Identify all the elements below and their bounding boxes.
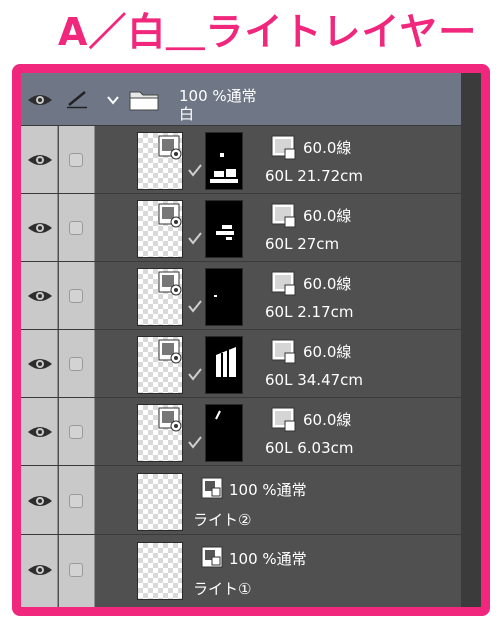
eye-icon[interactable] <box>27 562 53 578</box>
layer-thumbnail <box>137 404 183 462</box>
tone-layer-badge-icon <box>158 339 182 364</box>
layer-thumbnail <box>137 200 183 258</box>
tone-icon <box>271 339 296 364</box>
layer-info: 60L 34.47cm <box>265 371 364 389</box>
folder-name: 白 <box>179 105 195 123</box>
layer-info: 60L 6.03cm <box>265 439 354 457</box>
layer-blend-mode: 60.0線 <box>303 343 352 361</box>
lock-checkbox[interactable] <box>69 563 83 577</box>
layer-thumbnail <box>137 268 183 326</box>
pen-icon[interactable] <box>65 89 89 109</box>
lock-checkbox[interactable] <box>69 221 83 235</box>
layer-row[interactable]: 100 %通常 ライト① <box>21 536 461 607</box>
eye-icon[interactable] <box>27 220 53 236</box>
scrollbar[interactable] <box>461 73 481 607</box>
tone-icon <box>271 407 296 432</box>
tone-icon <box>271 135 296 160</box>
tone-layer-badge-icon <box>158 203 182 228</box>
eye-icon[interactable] <box>27 424 53 440</box>
folder-icon <box>129 91 159 111</box>
layer-thumbnail <box>137 336 183 394</box>
layer-info: 60L 27cm <box>265 235 340 253</box>
layer-panel: 100 %通常 白 60.0線 60L 21.72cm 60.0線 60L 27… <box>12 64 490 616</box>
tone-layer-badge-icon <box>158 407 182 432</box>
eye-icon[interactable] <box>27 493 53 509</box>
layer-row[interactable]: 60.0線 60L 34.47cm <box>21 331 461 398</box>
layer-blend-mode: 60.0線 <box>303 207 352 225</box>
layer-row[interactable]: 100 %通常 ライト② <box>21 467 461 535</box>
checkmark-icon <box>188 368 202 381</box>
layer-blend-mode: 100 %通常 <box>229 481 307 499</box>
layer-row[interactable]: 60.0線 60L 21.72cm <box>21 127 461 194</box>
eye-icon[interactable] <box>27 288 53 304</box>
lock-checkbox[interactable] <box>69 153 83 167</box>
layer-row[interactable]: 60.0線 60L 6.03cm <box>21 399 461 466</box>
chevron-down-icon[interactable] <box>107 95 119 105</box>
tone-icon <box>271 271 296 296</box>
layer-row[interactable]: 60.0線 60L 27cm <box>21 195 461 262</box>
layer-thumbnail <box>137 132 183 190</box>
eye-icon[interactable] <box>27 152 53 168</box>
checkmark-icon <box>188 164 202 177</box>
lock-checkbox[interactable] <box>69 289 83 303</box>
layer-mask-thumbnail <box>205 200 243 258</box>
tone-layer-badge-icon <box>158 271 182 296</box>
tone-icon <box>271 203 296 228</box>
layer-name: ライト② <box>193 511 252 529</box>
raster-layer-icon <box>201 546 223 568</box>
layer-blend-mode: 60.0線 <box>303 411 352 429</box>
layer-mask-thumbnail <box>205 404 243 462</box>
layer-blend-mode: 60.0線 <box>303 139 352 157</box>
raster-layer-icon <box>201 477 223 499</box>
layer-info: 60L 2.17cm <box>265 303 354 321</box>
layer-name: ライト① <box>193 580 252 598</box>
layer-info: 60L 21.72cm <box>265 167 364 185</box>
layer-thumbnail <box>137 542 183 600</box>
layer-row[interactable]: 60.0線 60L 2.17cm <box>21 263 461 330</box>
layer-mask-thumbnail <box>205 132 243 190</box>
layer-mask-thumbnail <box>205 268 243 326</box>
lock-checkbox[interactable] <box>69 357 83 371</box>
layer-mask-thumbnail <box>205 336 243 394</box>
tone-layer-badge-icon <box>158 135 182 160</box>
layer-blend-mode: 60.0線 <box>303 275 352 293</box>
eye-icon[interactable] <box>27 92 53 108</box>
layer-blend-mode: 100 %通常 <box>229 550 307 568</box>
checkmark-icon <box>188 300 202 313</box>
layer-folder-row[interactable]: 100 %通常 白 <box>21 73 461 126</box>
page-heading: A／白＿ライトレイヤー <box>58 10 478 54</box>
checkmark-icon <box>188 232 202 245</box>
lock-checkbox[interactable] <box>69 494 83 508</box>
checkmark-icon <box>188 436 202 449</box>
layer-thumbnail <box>137 473 183 531</box>
eye-icon[interactable] <box>27 356 53 372</box>
lock-checkbox[interactable] <box>69 425 83 439</box>
